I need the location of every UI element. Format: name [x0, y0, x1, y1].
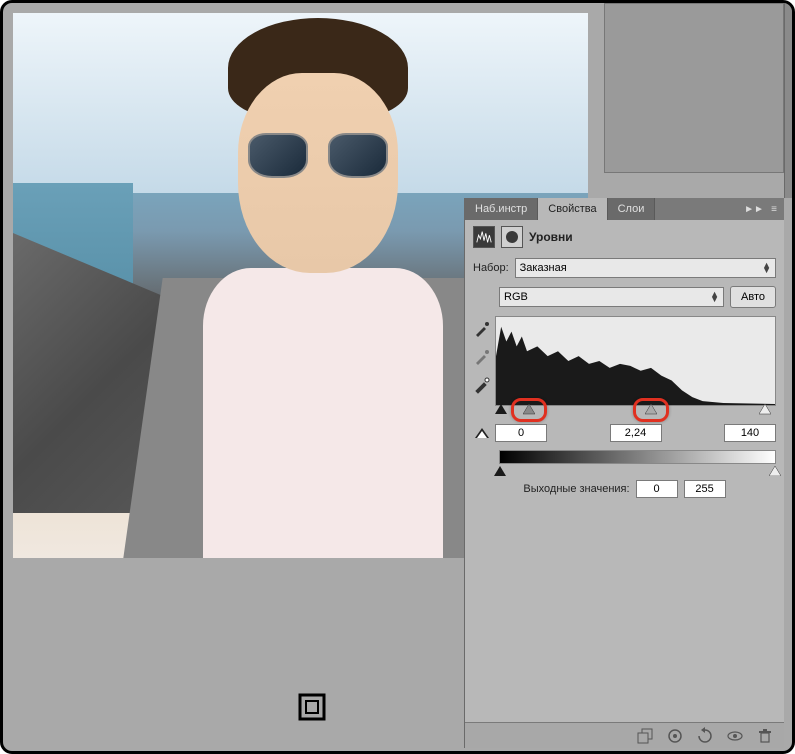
clip-warning-icon[interactable] [473, 426, 491, 440]
tab-tool-presets[interactable]: Наб.инстр [465, 198, 538, 220]
panel-collapse-icon[interactable]: ►► [744, 198, 764, 220]
input-histogram [495, 316, 776, 406]
view-previous-icon[interactable] [666, 727, 684, 745]
output-white-value[interactable] [684, 480, 726, 498]
black-point-eyedropper-icon[interactable] [473, 320, 491, 338]
right-dock-strip [784, 3, 792, 198]
auto-button[interactable]: Авто [730, 286, 776, 308]
panel-tabs: Наб.инстр Свойства Слои ►► ≡ [465, 198, 784, 220]
output-black-slider[interactable] [494, 463, 506, 473]
tab-layers[interactable]: Слои [608, 198, 656, 220]
properties-panel: Наб.инстр Свойства Слои ►► ≡ Уровни Набо… [464, 198, 784, 748]
visibility-icon[interactable] [726, 727, 744, 745]
preset-label: Набор: [473, 262, 509, 274]
input-black-value[interactable] [495, 424, 547, 442]
reset-icon[interactable] [696, 727, 714, 745]
output-black-value[interactable] [636, 480, 678, 498]
channel-select[interactable]: RGB ▲▼ [499, 287, 724, 307]
white-point-slider[interactable] [759, 404, 771, 416]
trash-icon[interactable] [756, 727, 774, 745]
channel-value: RGB [504, 291, 528, 303]
panel-menu-icon[interactable]: ≡ [764, 198, 784, 220]
dropdown-arrows-icon: ▲▼ [762, 263, 771, 273]
levels-adjustment-icon [473, 226, 495, 248]
dropdown-arrows-icon: ▲▼ [710, 292, 719, 302]
gamma-slider[interactable] [523, 404, 535, 416]
input-gamma-value[interactable] [610, 424, 662, 442]
tab-properties[interactable]: Свойства [538, 198, 607, 220]
layer-mask-icon[interactable] [501, 226, 523, 248]
gray-point-eyedropper-icon[interactable] [473, 348, 491, 366]
output-label: Выходные значения: [523, 483, 629, 495]
collapsed-panel [604, 3, 784, 173]
output-white-slider[interactable] [769, 463, 781, 473]
midtone-marker[interactable] [645, 404, 657, 416]
input-slider-track[interactable] [499, 404, 776, 418]
transform-handle-icon[interactable] [298, 693, 326, 721]
input-white-value[interactable] [724, 424, 776, 442]
panel-footer [465, 722, 784, 748]
app-frame: Наб.инстр Свойства Слои ►► ≡ Уровни Набо… [0, 0, 795, 754]
adjustment-title: Уровни [529, 230, 573, 244]
output-gradient[interactable] [499, 450, 776, 464]
white-point-eyedropper-icon[interactable] [473, 376, 491, 394]
preset-value: Заказная [520, 262, 567, 274]
preset-select[interactable]: Заказная ▲▼ [515, 258, 776, 278]
black-point-slider[interactable] [495, 404, 507, 416]
clip-to-layer-icon[interactable] [636, 727, 654, 745]
